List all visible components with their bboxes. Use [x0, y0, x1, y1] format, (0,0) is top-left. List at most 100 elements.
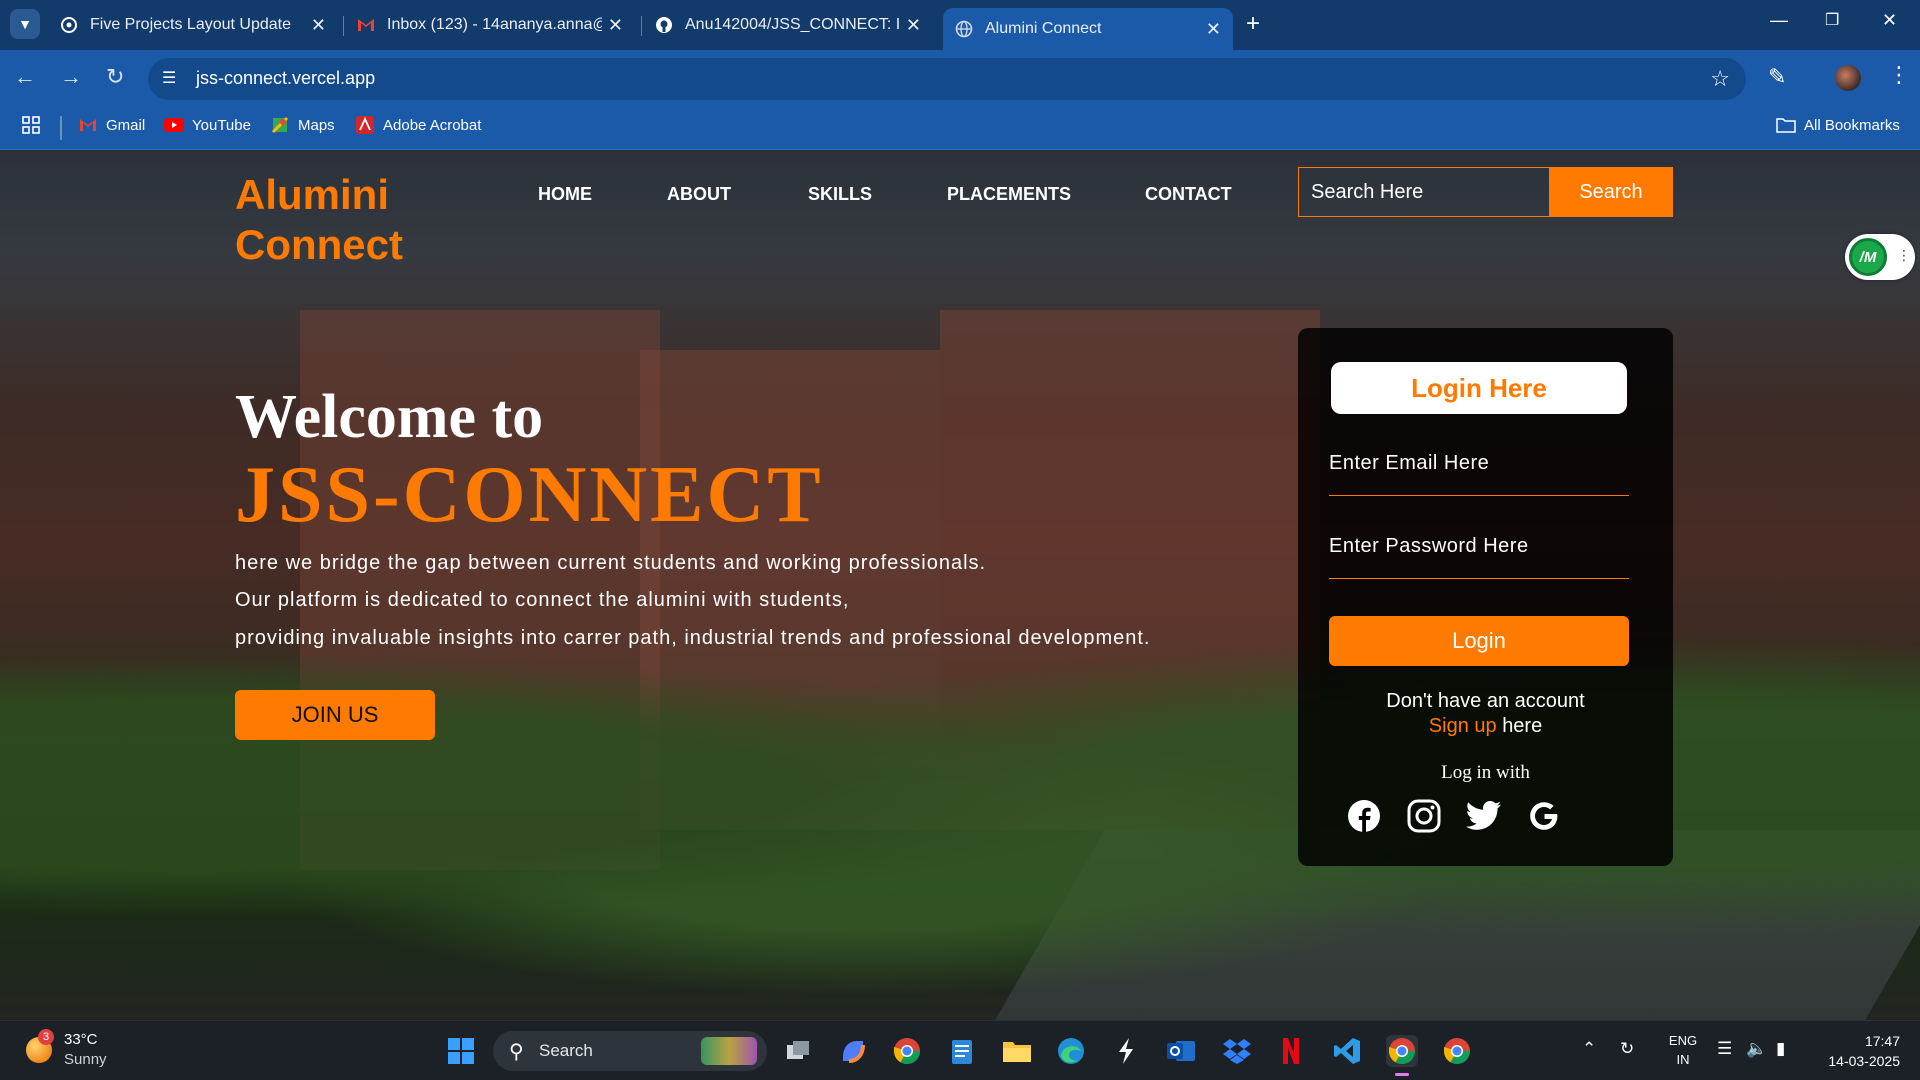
clock[interactable]: 17:47 14-03-2025 [1820, 1031, 1900, 1071]
bookmark-star-icon[interactable]: ☆ [1710, 66, 1730, 92]
clock-time: 17:47 [1864, 1033, 1900, 1049]
wifi-icon[interactable]: ☰ [1717, 1039, 1732, 1059]
bookmark-gmail[interactable]: Gmail [78, 116, 145, 134]
windows-start-icon[interactable] [445, 1035, 477, 1067]
minimize-icon[interactable]: — [1770, 10, 1788, 31]
tab-title: Five Projects Layout Update [90, 16, 291, 33]
menu-kebab-icon[interactable]: ⋮ [1888, 62, 1910, 88]
dropbox-icon[interactable] [1221, 1035, 1253, 1067]
password-placeholder: Enter Password Here [1329, 535, 1529, 557]
copilot-icon[interactable] [837, 1035, 869, 1067]
hero-description-line: Our platform is dedicated to connect the… [235, 589, 850, 611]
github-icon [655, 16, 673, 34]
volume-icon[interactable]: 🔈 [1746, 1039, 1767, 1059]
google-icon[interactable] [1526, 798, 1562, 834]
tab-gmail[interactable]: Inbox (123) - 14ananya.anna@g ✕ [345, 8, 635, 42]
netflix-icon[interactable] [1275, 1035, 1307, 1067]
page-viewport: Alumini Connect HOME ABOUT SKILLS PLACEM… [0, 150, 1920, 1020]
apps-grid-icon[interactable] [22, 116, 40, 134]
new-tab-button[interactable]: + [1246, 10, 1260, 38]
vscode-icon[interactable] [1331, 1035, 1363, 1067]
sync-icon[interactable]: ↻ [1620, 1039, 1634, 1059]
notepad-icon[interactable] [946, 1035, 978, 1067]
drag-handle-icon[interactable]: ⋮⋮ [1897, 247, 1920, 264]
search-highlight-image [701, 1037, 757, 1065]
url-text[interactable]: jss-connect.vercel.app [196, 68, 375, 89]
file-explorer-icon[interactable] [1001, 1035, 1033, 1067]
taskbar-search[interactable]: ⚲ Search [493, 1031, 767, 1071]
site-search-button[interactable]: Search [1549, 167, 1673, 217]
weather-temp[interactable]: 33°C [64, 1031, 98, 1048]
tab-alumini-connect[interactable]: Alumini Connect ✕ [943, 8, 1233, 50]
back-icon[interactable]: ← [14, 64, 36, 90]
maps-icon [270, 116, 290, 134]
bookmark-label: Gmail [106, 116, 146, 134]
bookmark-label: YouTube [192, 116, 251, 134]
avatar[interactable] [1835, 65, 1861, 91]
tab-github[interactable]: Anu142004/JSS_CONNECT: It is ✕ [643, 8, 933, 42]
edge-icon[interactable] [1055, 1035, 1087, 1067]
extension-floating-widget[interactable]: /M ⋮⋮ [1845, 234, 1920, 280]
hero-description-line: here we bridge the gap between current s… [235, 552, 987, 574]
signup-link[interactable]: Sign up [1429, 715, 1497, 737]
bookmark-maps[interactable]: Maps [270, 116, 335, 134]
facebook-icon[interactable] [1346, 798, 1382, 834]
omnibox[interactable]: ☰ jss-connect.vercel.app ☆ [148, 58, 1746, 100]
signup-line: Sign up here [1298, 715, 1673, 738]
login-with-text: Log in with [1441, 762, 1530, 783]
task-view-icon[interactable] [782, 1035, 814, 1067]
reload-icon[interactable]: ↻ [106, 64, 124, 90]
bookmark-divider [60, 116, 62, 140]
chevron-up-icon[interactable]: ⌃ [1582, 1039, 1596, 1059]
nav-skills[interactable]: SKILLS [808, 184, 872, 205]
bookmark-adobe-acrobat[interactable]: Adobe Acrobat [355, 116, 481, 134]
close-icon[interactable]: ✕ [311, 15, 326, 36]
taskbar-search-label: Search [539, 1041, 593, 1060]
chrome-icon[interactable] [1441, 1035, 1473, 1067]
login-card: Login Here Enter Email Here Enter Passwo… [1298, 328, 1673, 866]
clock-date: 14-03-2025 [1828, 1053, 1900, 1069]
instagram-icon[interactable] [1406, 798, 1442, 834]
close-icon[interactable]: ✕ [906, 15, 921, 36]
twitter-icon[interactable] [1466, 798, 1502, 834]
all-bookmarks[interactable]: All Bookmarks [1776, 116, 1900, 134]
weather-desc[interactable]: Sunny [64, 1051, 107, 1068]
chatgpt-icon [60, 16, 78, 34]
restore-icon[interactable]: ❐ [1825, 10, 1839, 30]
site-logo[interactable]: Alumini Connect [235, 170, 403, 270]
tab-title: Alumini Connect [985, 20, 1102, 37]
join-us-button[interactable]: JOIN US [235, 690, 435, 740]
chrome-icon[interactable] [891, 1035, 923, 1067]
language-indicator[interactable]: ENG IN [1668, 1031, 1698, 1069]
login-button[interactable]: Login [1329, 616, 1629, 666]
password-field[interactable]: Enter Password Here [1329, 535, 1629, 579]
nav-contact[interactable]: CONTACT [1145, 184, 1232, 205]
logo-line: Connect [235, 221, 403, 268]
battery-icon[interactable]: ▮ [1776, 1039, 1785, 1059]
tab-divider [641, 16, 642, 36]
close-icon[interactable]: ✕ [1206, 19, 1221, 40]
close-icon[interactable]: ✕ [608, 15, 623, 36]
nav-about[interactable]: ABOUT [667, 184, 731, 205]
forward-icon[interactable]: → [60, 64, 82, 90]
site-search-input[interactable]: Search Here [1298, 167, 1550, 217]
chrome-profile-icon[interactable] [1386, 1035, 1418, 1067]
tab-title: Inbox (123) - 14ananya.anna@g [387, 16, 602, 33]
globe-icon [955, 20, 973, 38]
zap-app-icon[interactable] [1110, 1035, 1142, 1067]
nav-placements[interactable]: PLACEMENTS [947, 184, 1071, 205]
site-info-icon[interactable]: ☰ [162, 68, 182, 88]
bookmark-youtube[interactable]: YouTube [164, 116, 251, 134]
outlook-icon[interactable] [1165, 1035, 1197, 1067]
hero-welcome: Welcome to [235, 383, 544, 451]
nav-home[interactable]: HOME [538, 184, 592, 205]
tab-strip: ▼ Five Projects Layout Update ✕ Inbox (1… [0, 0, 1920, 50]
tab-search-button[interactable]: ▼ [10, 9, 40, 39]
youtube-icon [164, 116, 184, 134]
tab-chatgpt[interactable]: Five Projects Layout Update ✕ [48, 8, 338, 42]
window-close-icon[interactable]: ✕ [1882, 10, 1897, 31]
all-bookmarks-label: All Bookmarks [1804, 116, 1900, 134]
email-field[interactable]: Enter Email Here [1329, 452, 1629, 496]
extensions-icon[interactable]: ✎ [1768, 64, 1786, 90]
extension-logo: /M [1849, 238, 1887, 276]
